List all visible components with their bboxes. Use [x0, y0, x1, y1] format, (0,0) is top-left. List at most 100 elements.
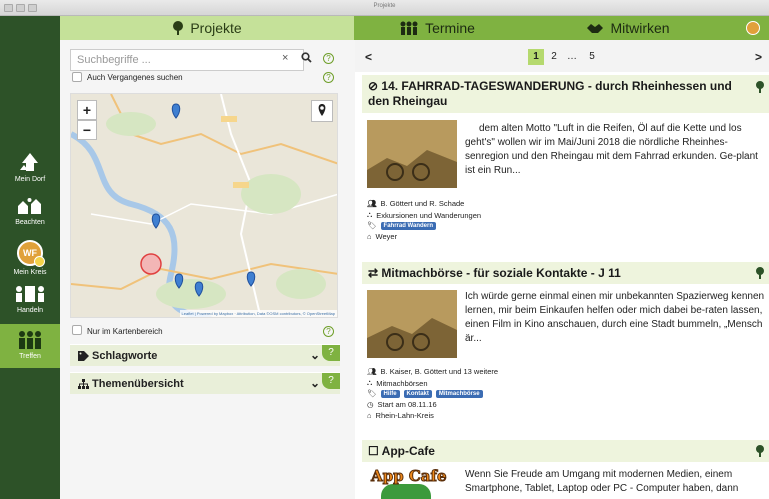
tree-icon — [756, 267, 764, 279]
help-icon[interactable]: ? — [323, 53, 334, 64]
clear-search-icon[interactable]: × — [282, 52, 288, 64]
app-cafe-logo-shape — [381, 484, 431, 499]
tree-icon — [756, 445, 764, 457]
project-location: ⌂ Rhein-Lahn-Kreis — [367, 411, 434, 420]
project-image[interactable] — [367, 120, 457, 188]
tab-mitwirken[interactable]: Mitwirken — [520, 16, 736, 40]
sidebar-item-label: Mein Kreis — [13, 269, 47, 276]
window-titlebar: Projekte — [0, 0, 769, 16]
project-people: 👥︎ B. Göttert und R. Schade — [367, 199, 465, 208]
search-icon[interactable] — [301, 52, 312, 63]
app-cafe-logo-text: App Cafe — [371, 468, 448, 485]
map[interactable]: + − Leaflet | Powered by Mapbox · Attrib… — [70, 93, 338, 318]
home-icon: ⌂ — [367, 232, 372, 241]
tag-badge[interactable]: Kontakt — [403, 389, 432, 398]
users-icon: 👥︎ — [367, 199, 377, 208]
map-zoom-out-button[interactable]: − — [77, 120, 97, 140]
people-group-icon — [16, 286, 44, 302]
houses-icon — [18, 198, 41, 214]
smiley-icon — [34, 256, 45, 267]
accordion-label: Themenübersicht — [92, 378, 184, 390]
help-icon[interactable]: ? — [323, 72, 334, 83]
help-icon[interactable]: ? — [322, 345, 340, 361]
tag-badge[interactable]: Fahrrad Wandern — [380, 221, 436, 230]
map-only-checkbox[interactable] — [72, 325, 82, 335]
sidebar-item-label: Beachten — [15, 219, 45, 226]
sidebar-item-mein-kreis[interactable]: WF Mein Kreis — [0, 240, 60, 276]
tab-termine[interactable]: Termine — [354, 16, 520, 40]
tab-label: Termine — [425, 20, 475, 36]
tags-icon — [78, 351, 89, 361]
accordion-themen[interactable]: Themenübersicht ⌄ ? — [70, 372, 340, 394]
users-icon: 👥︎ — [367, 367, 377, 376]
map-only-label: Nur im Kartenbereich — [87, 327, 163, 336]
map-locate-button[interactable] — [311, 100, 333, 122]
badge-icon — [745, 21, 760, 35]
help-icon[interactable]: ? — [322, 373, 340, 389]
tag-badge[interactable]: Mitmachbörse — [435, 389, 483, 398]
project-people: 👥︎ B. Kaiser, B. Göttert und 13 weitere — [367, 367, 499, 376]
main-nav: Projekte Termine Mitwirken — [60, 16, 769, 40]
project-image[interactable]: App Cafe — [367, 468, 457, 499]
past-events-label: Auch Vergangenes suchen — [87, 73, 183, 82]
project-image[interactable] — [367, 290, 457, 358]
meeting-icon — [19, 331, 41, 349]
past-events-checkbox[interactable] — [72, 72, 82, 82]
sidebar-item-handeln[interactable]: Handeln — [0, 284, 60, 314]
accordion-schlagworte[interactable]: Schlagworte ⌄ ? — [70, 344, 340, 366]
project-list: < 1 2 … 5 > ⊘ 14. FAHRRAD-TAGESWANDERUNG… — [355, 40, 769, 499]
sidebar-item-beachten[interactable]: Beachten — [0, 196, 60, 226]
prev-page-button[interactable]: < — [365, 49, 372, 65]
tag-badge[interactable]: Hilfe — [380, 389, 400, 398]
location-pin-icon — [318, 104, 326, 116]
sidebar: Mein Dorf Beachten WF Mein Kreis Handeln… — [0, 16, 60, 499]
tab-projekte[interactable]: Projekte — [60, 16, 354, 40]
page-button-2[interactable]: 2 — [546, 49, 562, 65]
sidebar-item-label: Mein Dorf — [14, 176, 46, 183]
map-zoom-in-button[interactable]: + — [77, 100, 97, 120]
clock-icon: ◷ — [367, 400, 374, 409]
home-icon: ⌂ — [367, 411, 372, 420]
project-date: ◷ Start am 08.11.16 — [367, 400, 437, 409]
project-tags: 🏷︎ Fahrrad Wandern — [367, 221, 436, 230]
tree-icon — [173, 21, 184, 35]
sidebar-item-treffen[interactable]: Treffen — [0, 324, 60, 368]
sidebar-item-label: Handeln — [16, 307, 44, 314]
page-button-5[interactable]: 5 — [584, 49, 600, 65]
filter-panel: Suchbegriffe ... × ? Auch Vergangenes su… — [60, 40, 355, 499]
tags-icon: 🏷︎ — [367, 389, 377, 398]
project-tags: 🏷︎ Hilfe Kontakt Mitmachbörse — [367, 389, 483, 398]
search-input[interactable]: Suchbegriffe ... — [70, 49, 304, 71]
people-icon — [400, 21, 418, 35]
sitemap-icon: ⛬ — [367, 378, 373, 387]
project-category: ⛬ Exkursionen und Wanderungen — [367, 210, 482, 220]
help-icon[interactable]: ? — [323, 326, 334, 337]
sitemap-icon: ⛬ — [367, 210, 373, 219]
map-tiles — [71, 94, 337, 317]
project-title[interactable]: ⊘ 14. FAHRRAD-TAGESWANDERUNG - durch Rhe… — [362, 75, 769, 113]
handshake-icon — [587, 24, 604, 33]
page-button-1[interactable]: 1 — [528, 49, 544, 65]
project-category: ⛬ Mitmachbörsen — [367, 378, 428, 388]
next-page-button[interactable]: > — [755, 49, 762, 65]
chevron-down-icon: ⌄ — [310, 376, 321, 390]
project-title[interactable]: ☐ App-Cafe — [362, 440, 769, 462]
window-title: Projekte — [373, 3, 396, 9]
avatar: WF — [17, 240, 45, 267]
tab-label: Projekte — [190, 20, 242, 36]
sidebar-item-mein-dorf[interactable]: Mein Dorf — [0, 151, 60, 183]
project-title[interactable]: ⇄ Mitmachbörse - für soziale Kontakte - … — [362, 262, 769, 284]
accordion-label: Schlagworte — [92, 350, 158, 362]
project-teaser: Ich würde gerne einmal einen mir unbekan… — [465, 291, 765, 344]
tab-label: Mitwirken — [610, 20, 670, 36]
pagination: < 1 2 … 5 > — [355, 40, 769, 72]
project-location: ⌂ Weyer — [367, 232, 398, 241]
village-icon — [20, 153, 38, 171]
sidebar-item-label: Treffen — [19, 353, 41, 360]
project-teaser: dem alten Motto "Luft in die Reifen, Öl … — [465, 123, 758, 176]
map-attribution: Leaflet | Powered by Mapbox · Attributio… — [179, 310, 337, 317]
tab-more[interactable] — [736, 16, 769, 40]
project-teaser: Wenn Sie Freude am Umgang mit modernen M… — [465, 469, 739, 494]
tags-icon: 🏷︎ — [367, 221, 377, 230]
chevron-down-icon: ⌄ — [310, 348, 321, 362]
